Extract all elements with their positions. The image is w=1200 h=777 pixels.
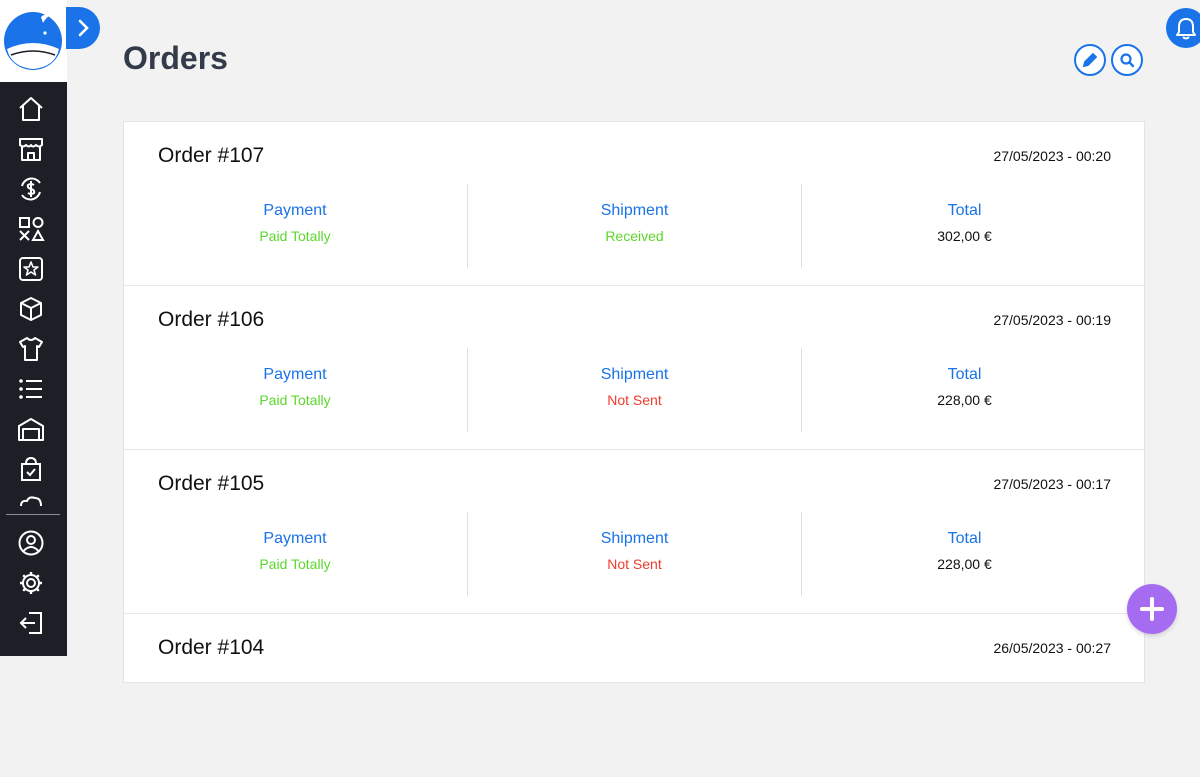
sidebar-item-orders[interactable] <box>14 452 48 486</box>
shipment-column: Shipment Received <box>467 184 801 268</box>
order-date: 27/05/2023 - 00:19 <box>993 312 1111 328</box>
whale-logo-icon <box>4 12 62 70</box>
payment-label: Payment <box>263 202 327 219</box>
order-card[interactable]: Order #104 26/05/2023 - 00:27 <box>124 614 1144 777</box>
sidebar-item-partial[interactable] <box>14 492 48 508</box>
list-icon <box>19 379 42 399</box>
payment-column: Payment Paid Totally <box>124 512 466 596</box>
shapes-icon <box>19 217 45 241</box>
payment-label: Payment <box>263 530 327 547</box>
sidebar-item-products[interactable] <box>14 292 48 326</box>
shipment-status: Received <box>605 228 664 244</box>
sidebar-item-shapes[interactable] <box>14 212 48 246</box>
order-card[interactable]: Order #105 27/05/2023 - 00:17 Payment Pa… <box>124 450 1144 614</box>
shipment-label: Shipment <box>600 202 669 219</box>
sidebar-item-logout[interactable] <box>14 606 48 640</box>
payment-status: Paid Totally <box>259 228 331 244</box>
order-title: Order #104 <box>158 636 265 659</box>
total-column: Total 302,00 € <box>801 184 1127 268</box>
payment-label: Payment <box>263 366 327 383</box>
payment-status: Paid Totally <box>259 556 331 572</box>
order-card[interactable]: Order #106 27/05/2023 - 00:19 Payment Pa… <box>124 286 1144 450</box>
order-date: 26/05/2023 - 00:27 <box>993 640 1111 656</box>
sidebar-item-warehouse[interactable] <box>14 412 48 446</box>
star-square-icon <box>19 257 43 281</box>
orders-list: Order #107 27/05/2023 - 00:20 Payment Pa… <box>123 121 1145 683</box>
search-icon <box>1120 53 1135 68</box>
edit-button[interactable] <box>1074 44 1106 76</box>
sidebar <box>0 0 67 656</box>
pencil-icon <box>1082 52 1098 68</box>
total-column: Total 228,00 € <box>801 512 1127 596</box>
order-title: Order #105 <box>158 472 265 495</box>
sidebar-item-apparel[interactable] <box>14 332 48 366</box>
total-label: Total <box>947 530 982 547</box>
chevron-right-icon <box>78 19 89 37</box>
plus-icon <box>1140 597 1164 621</box>
shipment-column: Shipment Not Sent <box>467 348 801 432</box>
gear-icon <box>20 572 42 594</box>
home-icon <box>19 97 43 121</box>
shipment-status: Not Sent <box>607 556 662 572</box>
page-title: Orders <box>123 40 228 76</box>
total-column: Total 228,00 € <box>801 348 1127 432</box>
payment-status: Paid Totally <box>259 392 331 408</box>
total-label: Total <box>947 202 982 219</box>
sidebar-item-account[interactable] <box>14 526 48 560</box>
order-title: Order #106 <box>158 308 265 331</box>
add-order-button[interactable] <box>1127 584 1177 634</box>
total-label: Total <box>947 366 982 383</box>
warehouse-icon <box>18 418 44 441</box>
store-icon <box>19 138 43 161</box>
sidebar-item-money[interactable] <box>14 172 48 206</box>
order-total: 302,00 € <box>937 228 992 244</box>
money-sync-icon <box>21 177 41 201</box>
bell-icon <box>1176 18 1196 40</box>
order-date: 27/05/2023 - 00:20 <box>993 148 1111 164</box>
user-circle-icon <box>18 530 44 556</box>
sidebar-item-store[interactable] <box>14 132 48 166</box>
order-total: 228,00 € <box>937 392 992 408</box>
notifications-button[interactable] <box>1166 8 1200 48</box>
shipment-label: Shipment <box>600 366 669 383</box>
sidebar-toggle-button[interactable] <box>66 7 100 49</box>
logout-icon <box>19 612 42 634</box>
payment-column: Payment Paid Totally <box>124 348 466 432</box>
shirt-icon <box>19 337 43 361</box>
search-button[interactable] <box>1111 44 1143 76</box>
sidebar-item-list[interactable] <box>14 372 48 406</box>
cloud-icon <box>20 496 42 507</box>
order-title: Order #107 <box>158 144 265 167</box>
sidebar-item-home[interactable] <box>14 92 48 126</box>
checkbag-icon <box>21 456 41 481</box>
payment-column: Payment Paid Totally <box>124 184 466 268</box>
sidebar-divider <box>6 514 60 515</box>
shipment-column: Shipment Not Sent <box>467 512 801 596</box>
order-date: 27/05/2023 - 00:17 <box>993 476 1111 492</box>
logo[interactable] <box>0 0 67 82</box>
shipment-status: Not Sent <box>607 392 662 408</box>
order-card[interactable]: Order #107 27/05/2023 - 00:20 Payment Pa… <box>124 122 1144 286</box>
shipment-label: Shipment <box>600 530 669 547</box>
box-icon <box>20 297 42 321</box>
order-total: 228,00 € <box>937 556 992 572</box>
sidebar-item-settings[interactable] <box>14 566 48 600</box>
sidebar-item-featured[interactable] <box>14 252 48 286</box>
